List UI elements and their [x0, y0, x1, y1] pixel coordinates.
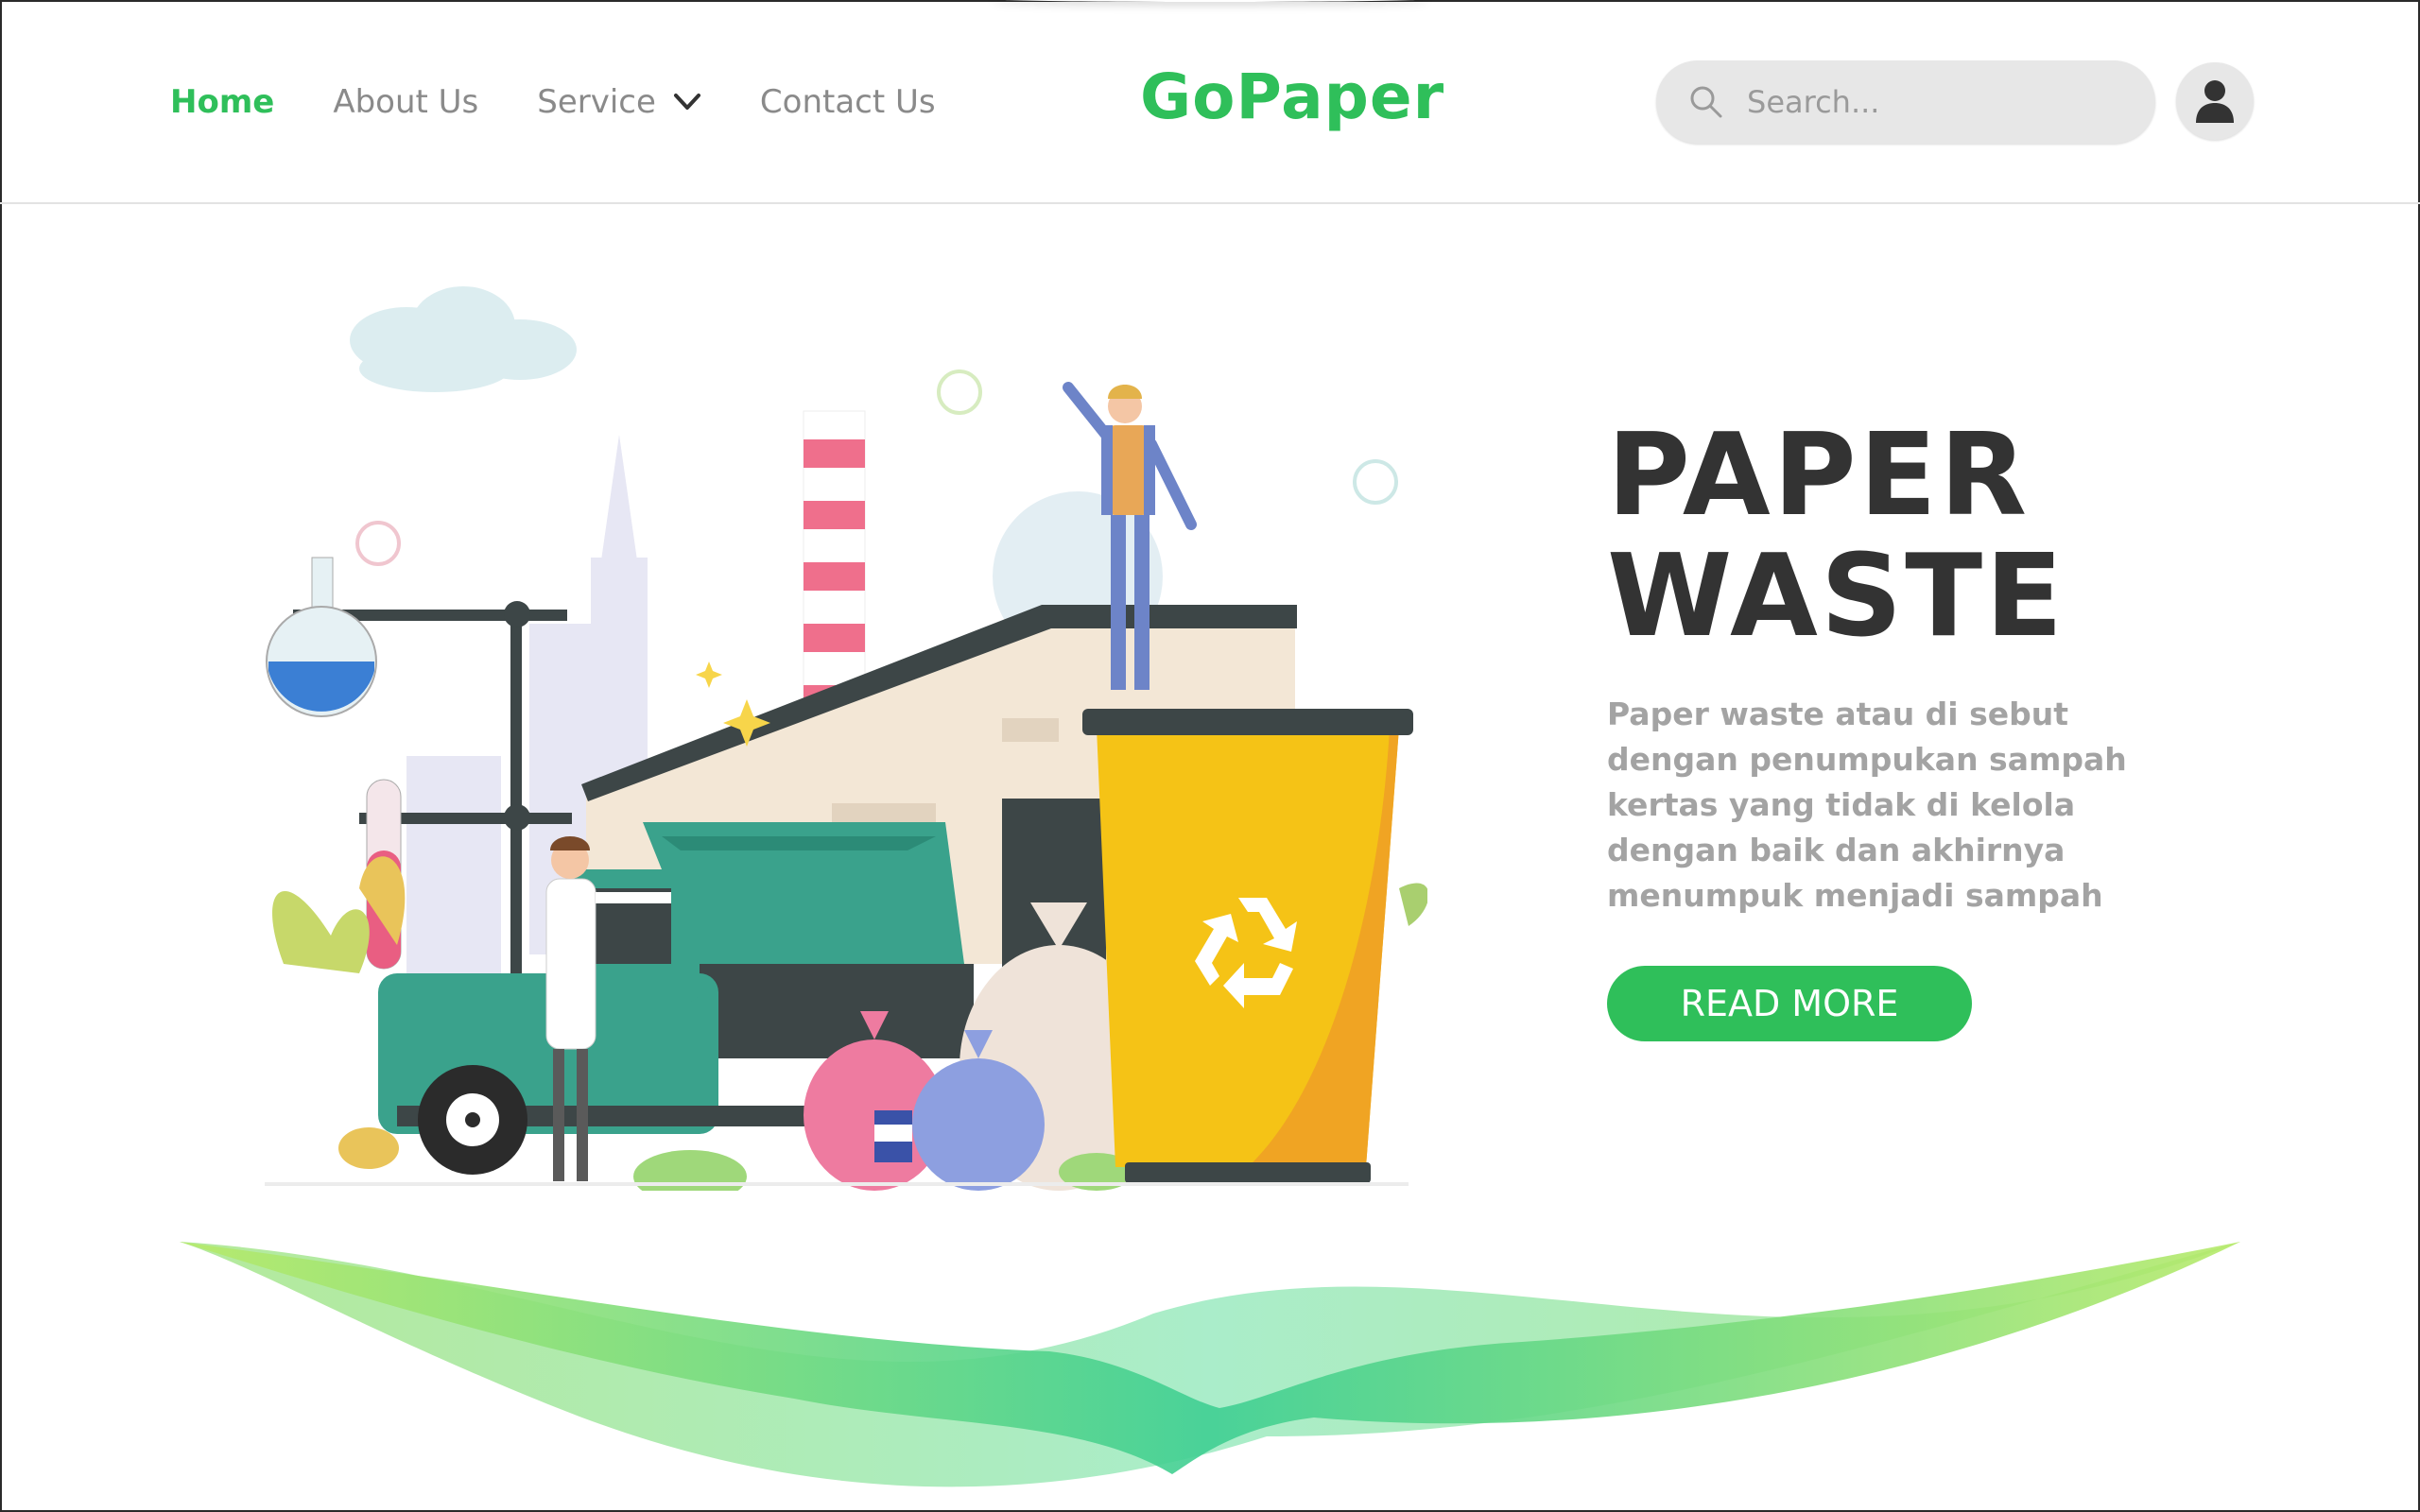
nav-home[interactable]: Home: [170, 83, 274, 121]
hero-title-line2: WASTE: [1607, 531, 2066, 662]
brand-logo[interactable]: GoPaper: [1140, 60, 1444, 133]
nav-about-us[interactable]: About Us: [333, 83, 478, 121]
search-icon: [1690, 86, 1722, 118]
hero-title: PAPER WASTE: [1607, 416, 2066, 658]
chevron-down-icon: [673, 94, 700, 110]
search-input[interactable]: [1745, 83, 2127, 121]
hero-title-line1: PAPER: [1607, 410, 2031, 541]
recycling-factory-illustration: [265, 286, 1427, 1191]
green-wave-decoration: [180, 1242, 2240, 1487]
user-avatar-button[interactable]: [2176, 62, 2254, 140]
read-more-button[interactable]: READ MORE: [1607, 966, 1972, 1041]
hero-description: Paper waste atau di sebut dengan penumpu…: [1607, 696, 2127, 914]
header: Home About Us Service Contact Us GoPaper: [0, 0, 2420, 204]
nav-service[interactable]: Service: [537, 83, 701, 121]
user-icon: [2196, 80, 2234, 123]
main-nav: Home About Us Service Contact Us: [170, 83, 994, 121]
nav-service-label: Service: [537, 83, 656, 121]
nav-contact-us[interactable]: Contact Us: [760, 83, 936, 121]
search-bar: [1656, 60, 2155, 144]
